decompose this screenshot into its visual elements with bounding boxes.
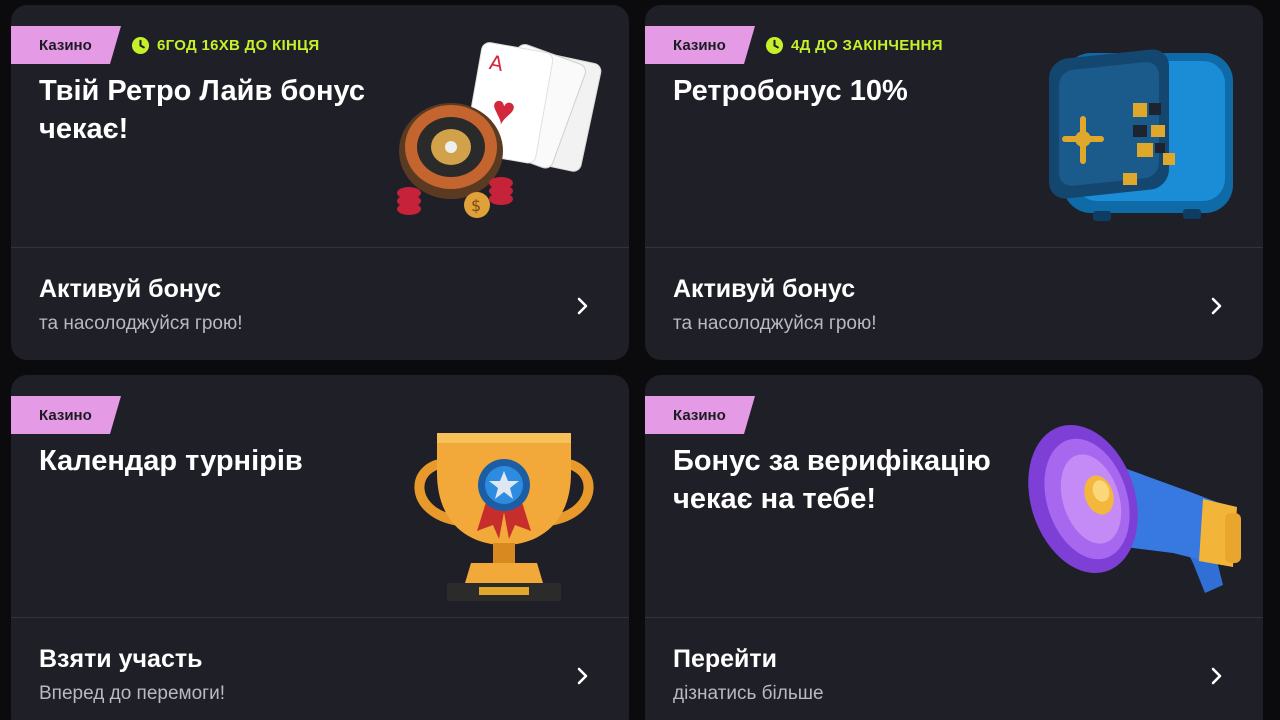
footer-title: Перейти (673, 645, 778, 673)
bonus-card-retro-live: Казино 6ГОД 16ХВ ДО КІНЦЯ Твій Ретро Лай… (11, 5, 629, 360)
megaphone-icon (1028, 424, 1241, 593)
activate-bonus-link[interactable]: Активуй бонус та насолоджуйся грою! (645, 248, 1263, 360)
countdown-timer: 6ГОД 16ХВ ДО КІНЦЯ (131, 36, 319, 55)
timer-text: 6ГОД 16ХВ ДО КІНЦЯ (157, 36, 320, 54)
timer-text: 4Д ДО ЗАКІНЧЕННЯ (791, 36, 943, 54)
card-title: Бонус за верифікацію чекає на тебе! (673, 445, 991, 515)
badge-row: Казино (645, 396, 755, 434)
card-title: Календар турнірів (39, 445, 303, 477)
chevron-right-icon (577, 297, 588, 315)
badge-row: Казино 6ГОД 16ХВ ДО КІНЦЯ (11, 26, 319, 64)
clock-icon (765, 36, 784, 54)
badge-row: Казино (11, 396, 121, 434)
go-link[interactable]: Перейти дізнатись більше (645, 618, 1263, 720)
svg-text:$: $ (471, 196, 481, 215)
footer-subtitle: Вперед до перемоги! (39, 683, 225, 704)
chevron-right-icon (1211, 297, 1222, 315)
card-title: Твій Ретро Лайв бонус чекає! (39, 75, 366, 145)
chevron-right-icon (577, 667, 588, 685)
card-title: Ретробонус 10% (673, 75, 908, 107)
footer-title: Взяти участь (39, 645, 203, 673)
badge-row: Казино 4Д ДО ЗАКІНЧЕННЯ (645, 26, 943, 64)
footer-subtitle: та насолоджуйся грою! (39, 313, 243, 334)
chevron-right-icon (1211, 667, 1222, 685)
bonus-card-verification: Казино Бонус за верифікацію чекає на теб… (645, 375, 1263, 720)
category-tag: Казино (11, 26, 121, 64)
category-tag: Казино (645, 26, 755, 64)
countdown-timer: 4Д ДО ЗАКІНЧЕННЯ (765, 36, 943, 55)
bonus-card-retrobonus: Казино 4Д ДО ЗАКІНЧЕННЯ Ретробонус 10% А… (645, 5, 1263, 360)
safe-icon (1049, 49, 1233, 221)
footer-title: Активуй бонус (39, 275, 222, 303)
trophy-icon (414, 433, 594, 601)
roulette-cards-icon: A ♦ A ♠ A ♥ $ (397, 42, 602, 218)
activate-bonus-link[interactable]: Активуй бонус та насолоджуйся грою! (11, 248, 629, 360)
footer-subtitle: дізнатись більше (673, 683, 824, 704)
bonus-card-tournament-calendar: Казино Календар турнірів Взяти участь Вп… (11, 375, 629, 720)
take-part-link[interactable]: Взяти участь Вперед до перемоги! (11, 618, 629, 720)
footer-subtitle: та насолоджуйся грою! (673, 313, 877, 334)
footer-title: Активуй бонус (673, 275, 856, 303)
category-tag: Казино (645, 396, 755, 434)
clock-icon (131, 36, 150, 54)
category-tag: Казино (11, 396, 121, 434)
